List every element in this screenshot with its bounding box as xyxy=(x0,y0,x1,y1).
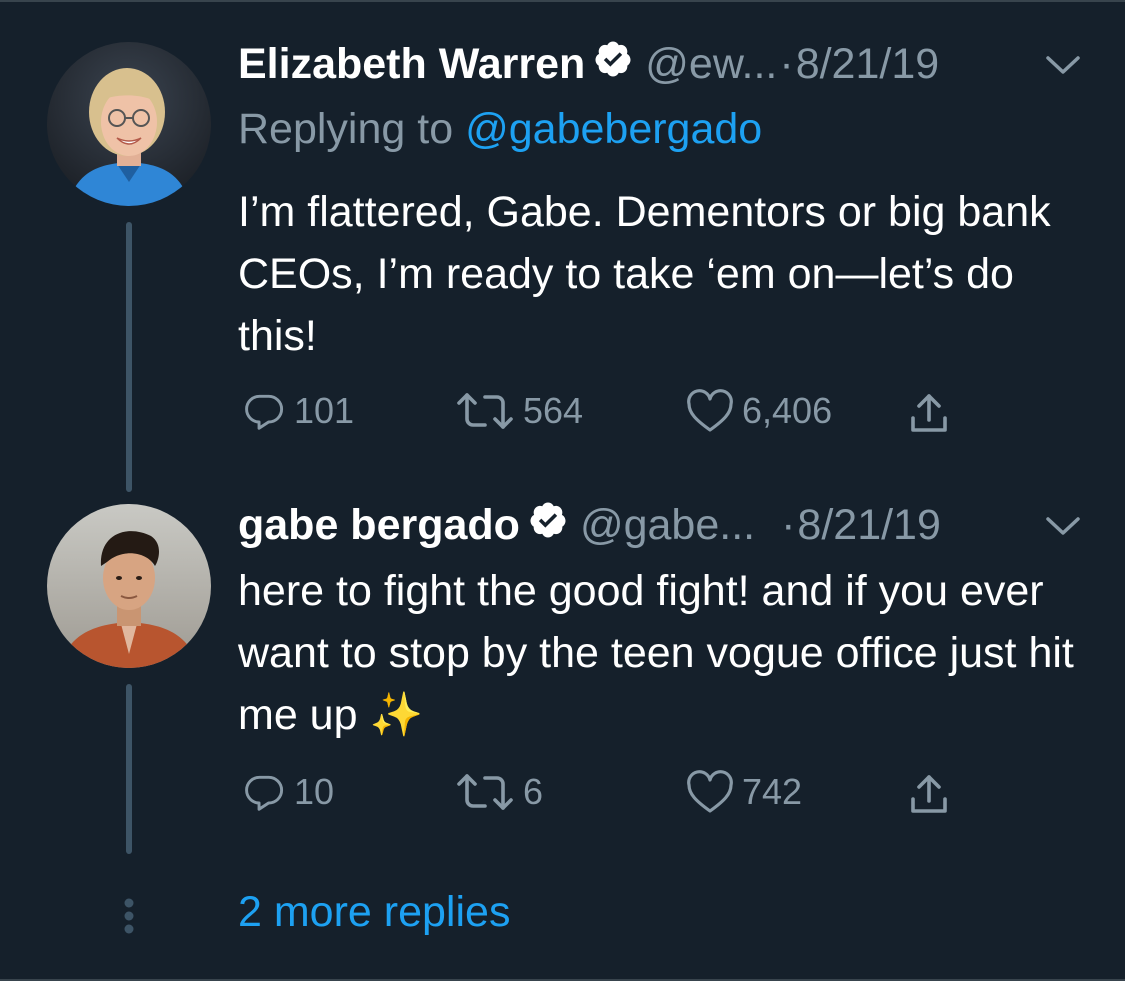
reply-icon xyxy=(245,394,284,430)
tweet-text: I’m flattered, Gabe. Dementors or big ba… xyxy=(238,188,1051,360)
reply-icon xyxy=(245,775,284,811)
like-button[interactable]: 742 xyxy=(686,770,802,814)
tweet-text: here to fight the good fight! and if you… xyxy=(238,560,1098,746)
replying-prefix: Replying to xyxy=(238,105,454,153)
author-name[interactable]: Elizabeth Warren xyxy=(238,40,585,89)
avatar[interactable] xyxy=(47,42,211,206)
reply-count: 101 xyxy=(294,390,355,431)
retweet-count: 6 xyxy=(523,771,544,812)
avatar[interactable] xyxy=(47,504,211,668)
retweet-button[interactable]: 564 xyxy=(455,389,583,433)
like-icon xyxy=(687,389,733,432)
retweet-icon xyxy=(457,393,513,429)
verified-badge-icon xyxy=(528,500,568,551)
author-handle[interactable]: @ew... xyxy=(645,40,777,89)
replying-to: Replying to @gabebergado xyxy=(238,105,762,154)
like-button[interactable]: 6,406 xyxy=(686,389,832,433)
retweet-button[interactable]: 6 xyxy=(455,770,543,814)
author-handle[interactable]: @gabe... xyxy=(580,501,755,550)
like-count: 742 xyxy=(742,771,803,812)
chevron-down-icon[interactable] xyxy=(1043,513,1083,544)
reply-count: 10 xyxy=(294,771,335,812)
tweet-text-body: here to fight the good fight! and if you… xyxy=(238,567,1074,739)
tweet-header: gabe bergado @gabe... · 8/21/19 xyxy=(238,495,941,555)
retweet-icon xyxy=(457,774,513,810)
share-button[interactable] xyxy=(905,390,953,443)
separator-dot: · xyxy=(781,500,796,549)
separator-dot: · xyxy=(779,39,794,88)
like-count: 6,406 xyxy=(742,390,833,431)
share-button[interactable] xyxy=(905,771,953,824)
reply-button[interactable]: 10 xyxy=(242,770,334,814)
verified-badge-icon xyxy=(593,39,633,90)
top-divider xyxy=(0,0,1125,2)
tweet-date[interactable]: 8/21/19 xyxy=(796,40,939,89)
reply-button[interactable]: 101 xyxy=(242,389,354,433)
thread-line xyxy=(126,684,132,854)
author-name[interactable]: gabe bergado xyxy=(238,501,520,550)
replying-mention[interactable]: @gabebergado xyxy=(465,105,762,153)
more-replies-link[interactable]: 2 more replies xyxy=(238,888,510,937)
retweet-count: 564 xyxy=(523,390,584,431)
share-icon xyxy=(911,775,947,813)
share-icon xyxy=(911,394,947,432)
sparkles-emoji: ✨ xyxy=(369,691,424,739)
like-icon xyxy=(687,770,733,813)
thread-line xyxy=(126,222,132,492)
chevron-down-icon[interactable] xyxy=(1043,52,1083,83)
more-dots-icon xyxy=(123,897,135,942)
tweet-header: Elizabeth Warren @ew... · 8/21/19 xyxy=(238,34,939,94)
tweet-date[interactable]: 8/21/19 xyxy=(797,501,940,550)
